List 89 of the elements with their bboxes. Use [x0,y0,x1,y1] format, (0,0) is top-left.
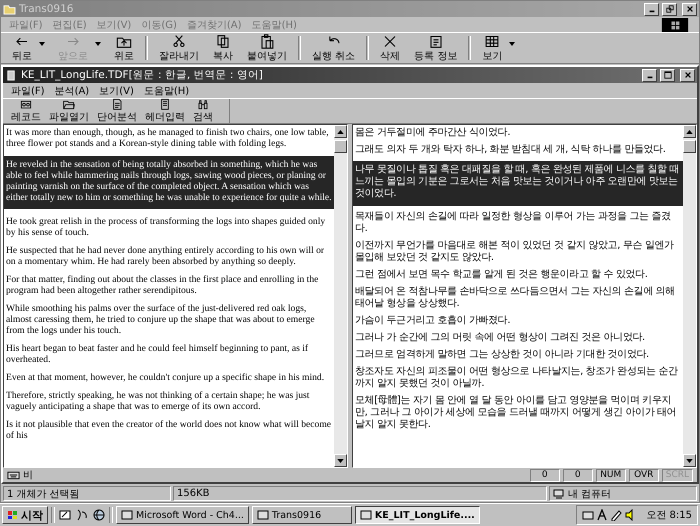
scroll-up-button[interactable] [683,125,696,138]
toolbar-button[interactable]: 잘라내기 [152,34,206,62]
paragraph[interactable]: 그래도 의자 두 개와 탁자 하나, 화분 받침대 세 개, 식탁 하나를 만들었다. [353,144,683,156]
paragraph[interactable]: For that matter, finding out about the classes in the first place and enrolling in the program had been altogether rather serendipitous. [4,274,334,296]
keyboard-icon [7,470,20,480]
dropdown-caret-icon[interactable] [39,42,45,46]
paragraph[interactable]: He suspected that he had never done anything entirely according to his own will or on a momentary whim. He had rarely been absorbed by anything so deeply. [4,245,334,267]
paragraph[interactable]: 창조자도 자신의 피조물이 어떤 형상으로 나타날지는, 창조가 완성되는 순간까지 알지 못했던 것이 아닐까. [353,366,683,390]
taskbar-button[interactable]: Trans0916 [252,506,352,524]
toolbar-button[interactable]: 레코드 [7,98,45,124]
scrollbar[interactable] [334,125,347,467]
status-text: 1 개체가 선택됨 [3,486,171,501]
status-indicator: OVR [628,468,659,482]
toolbar-button[interactable]: 보기 [475,34,510,62]
scroll-up-button[interactable] [334,125,347,138]
close-button[interactable] [680,68,695,82]
paragraph[interactable]: While smoothing his palms over the surface of the just-delivered red oak logs, almost caressing them, he tried to conjure up the shape that was about to emerge from the logs under his touch. [4,303,334,336]
minimize-button[interactable] [642,68,657,82]
paragraph[interactable]: 배달되어 온 적참나무를 손바닥으로 쓰다듬으면서 그는 자신의 손길에 의해 태어날 형상을 상상했다. [353,286,683,310]
globe-icon[interactable] [92,508,106,522]
paragraph[interactable]: 목재들이 자신의 손길에 따라 일정한 형상을 이루어 가는 과정을 그는 즐겼다. [353,211,683,235]
up-triangle-icon [686,130,693,134]
scroll-down-button[interactable] [334,454,347,467]
maximize-icon [664,71,672,79]
paragraph[interactable]: Even at that moment, however, he couldn't conjure up a specific shape in his mind. [4,372,334,383]
window-title: Trans0916 [19,3,74,15]
status-indicator: 0 [530,468,560,482]
folder-icon [60,98,78,110]
input-mode: 비 [23,469,33,482]
scroll-down-button[interactable] [683,454,696,467]
folder-icon [3,4,16,14]
toolbar-button[interactable]: 단어분석 [93,98,141,124]
status-indicator: 0 [562,468,593,482]
toolbar-button[interactable]: 붙여넣기 [240,34,294,62]
toolbar-button[interactable]: 삭제 [373,34,408,62]
status-indicator: NUM [596,468,626,482]
toolbar-button[interactable]: 뒤로 [5,34,39,62]
down-triangle-icon [686,458,693,462]
menu-item[interactable]: 도움말(H) [144,84,190,98]
window-icon [121,509,133,521]
paragraph[interactable]: 이전까지 무언가를 마음대로 해본 적이 있었던 것 같지 않았고, 무슨 일엔가 몰입해 보았던 것 같지도 않았다. [353,240,683,264]
paragraph[interactable]: 그런 점에서 보면 목수 학교를 알게 된 것은 행운이라고 할 수 있었다. [353,269,683,281]
toolbar-button[interactable]: 파일열기 [45,98,93,124]
windows-logo-icon [661,18,689,32]
paragraph[interactable]: 모체[母體]는 자기 몸 안에 열 달 동안 아이를 담고 영양분을 먹이며 키우지만, 그러나 그 아이가 세상에 모습을 드러낼 때까지 어떻게 생긴 아이가 태어날지 알지 못한다. [353,395,683,431]
keyboard-icon[interactable] [582,509,594,521]
toolbar-button[interactable]: 복사 [206,34,240,62]
up-triangle-icon [337,130,344,134]
menu-item[interactable]: 파일(F) [11,84,45,98]
toolbar-button[interactable]: 등록 정보 [407,34,464,62]
paragraph[interactable]: 가슴이 두근거리고 호흡이 가빠졌다. [353,315,683,327]
scrollbar-thumb[interactable] [334,140,347,153]
scrollbar-thumb[interactable] [683,140,696,153]
status-text: 내 컴퓨터 [568,488,612,500]
window-icon [360,509,372,521]
window-title: KE_LIT_LongLife.TDF[원문 : 한글, 번역문 : 영어] [21,68,263,82]
window-icon [256,509,269,521]
toolbar-button[interactable]: 실행 취소 [305,34,362,62]
letter-a-icon[interactable] [596,509,608,521]
paragraph[interactable]: Is it not plausible that even the creator of the world does not know what will become of his [4,419,334,441]
windows-flag-icon [7,510,19,520]
status-text: 156KB [173,486,547,501]
menu-item[interactable]: 보기(V) [99,84,134,98]
computer-icon [553,488,565,498]
paragraph[interactable]: It was more than enough, though, as he managed to finish two chairs, one low table, three flower pot stands and a Korean-style dining table with folding legs. [4,127,334,149]
paragraph[interactable]: 그러나 가 순간에 그의 머릿 속에 어떤 형상이 그려진 것은 아니었다. [353,332,683,344]
restore-icon [666,5,674,13]
toolbar-button[interactable]: 위로 [107,34,141,62]
close-icon [686,5,694,13]
paragraph[interactable]: His heart began to beat faster and he could feel himself beginning to pant, as if overheated. [4,343,334,365]
pen-icon[interactable] [610,509,622,521]
start-button[interactable]: 시작 [2,506,48,524]
down-triangle-icon [337,458,344,462]
taskbar-button[interactable]: KE_LIT_LongLife.... [354,506,480,524]
paragraph[interactable]: He took great relish in the process of transforming the logs into shapes guided only by his sense of touch. [4,216,334,238]
paragraph[interactable]: 몸은 거두절미에 주마간산 식이었다. [353,127,683,139]
paragraph[interactable]: 그러므로 엄격하게 말하면 그는 상상한 것이 아니라 기대한 것이었다. [353,349,683,361]
toolbar-button[interactable]: 헤더입력 [141,98,189,124]
dropdown-caret-icon[interactable] [509,42,516,46]
paragraph[interactable]: He reveled in the sensation of being totally absorbed in something, which he was able to feel while hammering nails through logs, sawing wood pieces, or planing or painting varnish on the surface of the completed object. A sensation which was either totally new to him or something he was unable to experience for quite a while. [4,156,334,209]
paragraph[interactable]: 나무 못질이나 톱질 혹은 대패질을 할 때, 혹은 완성된 제품에 니스를 칠할 때 느끼는 몰입의 기분은 그로서는 처음 맛보는 것이거나 아주 오랜만에 맛보는 것이었다. [353,161,683,206]
scrollbar[interactable] [683,125,696,467]
menu-item[interactable]: 분석(A) [54,84,90,98]
taskbar-button[interactable]: Microsoft Word - Ch4... [116,506,249,524]
maximize-button[interactable] [660,68,675,82]
desktop-shortcut-icon[interactable] [58,508,72,522]
toolbar-button[interactable]: 검색 [189,98,217,124]
paragraph[interactable]: Therefore, strictly speaking, he was not thinking of a certain shape; he was just vaguely anticipating a shape that was to emerge of its own accord. [4,390,334,412]
close-icon [684,71,692,79]
